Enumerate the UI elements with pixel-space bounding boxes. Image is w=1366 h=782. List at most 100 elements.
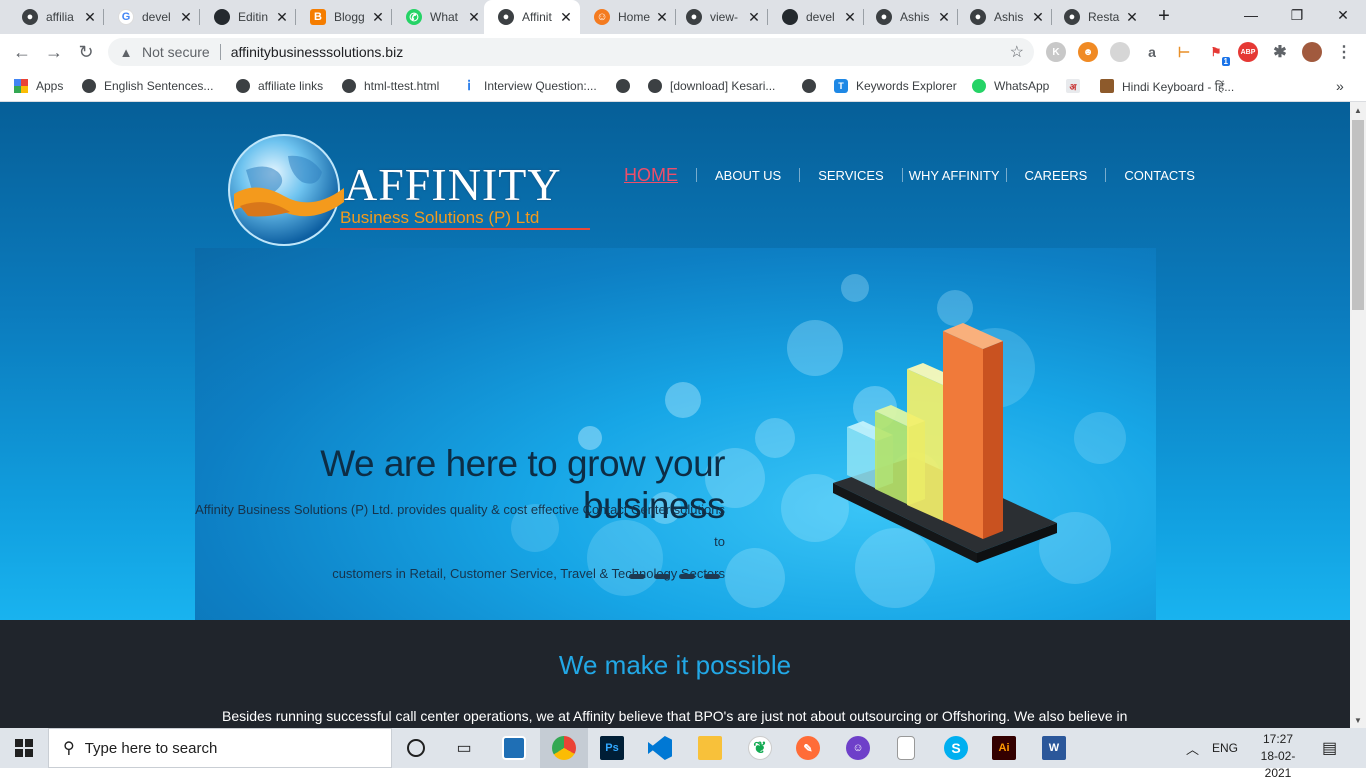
- close-icon[interactable]: ✕: [558, 9, 574, 26]
- close-icon[interactable]: ✕: [82, 9, 98, 26]
- nav-services[interactable]: SERVICES: [800, 168, 902, 183]
- bookmark-item[interactable]: affiliate links: [236, 76, 323, 96]
- slider-dot[interactable]: [629, 574, 645, 579]
- close-icon[interactable]: ✕: [936, 9, 952, 26]
- bookmark-item[interactable]: [616, 76, 638, 96]
- slider-dot[interactable]: [679, 574, 695, 579]
- puzzle-extensions-icon[interactable]: ✱: [1270, 42, 1290, 62]
- menu-kebab-icon[interactable]: ⋮: [1334, 42, 1354, 62]
- bookmark-star-icon[interactable]: ☆: [1010, 42, 1024, 62]
- reload-button[interactable]: ↻: [74, 40, 98, 64]
- taskbar-mongodb[interactable]: ❦: [736, 728, 784, 768]
- taskbar-github-desktop[interactable]: ☺: [834, 728, 882, 768]
- browser-tab[interactable]: B Blogg ✕: [296, 0, 392, 34]
- adblock-icon[interactable]: ABP: [1238, 42, 1258, 62]
- apps-grid-icon: [14, 79, 28, 93]
- bookmark-item[interactable]: [802, 76, 824, 96]
- browser-tab[interactable]: devel ✕: [768, 0, 864, 34]
- browser-tab[interactable]: ☺ Home ✕: [580, 0, 676, 34]
- k-extension-icon[interactable]: K: [1046, 42, 1066, 62]
- task-view-button[interactable]: ▭: [440, 728, 488, 768]
- address-bar[interactable]: ▲ Not secure affinitybusinesssolutions.b…: [108, 38, 1034, 66]
- browser-tab[interactable]: ● Ashis ✕: [956, 0, 1052, 34]
- taskbar-vscode[interactable]: [636, 728, 684, 768]
- warning-icon[interactable]: ▲: [118, 45, 134, 60]
- language-indicator[interactable]: ENG: [1212, 728, 1238, 768]
- close-icon[interactable]: ✕: [654, 9, 670, 26]
- security-label[interactable]: Not secure: [142, 44, 210, 60]
- slider-dot[interactable]: [654, 574, 670, 579]
- restore-button[interactable]: ❐: [1274, 0, 1320, 30]
- taskbar-file-explorer[interactable]: [686, 728, 734, 768]
- profile-avatar[interactable]: [1302, 42, 1322, 62]
- forward-button[interactable]: →: [42, 40, 66, 64]
- close-icon[interactable]: ✕: [466, 9, 482, 26]
- affinity-logo[interactable]: AFFINITY Business Solutions (P) Ltd: [226, 132, 598, 248]
- vscode-icon: [648, 736, 672, 760]
- url-text[interactable]: affinitybusinesssolutions.biz: [231, 44, 404, 60]
- globe-icon: [648, 79, 662, 93]
- taskbar-search[interactable]: ⚲ Type here to search: [48, 728, 392, 768]
- grey-extension-icon[interactable]: [1110, 42, 1130, 62]
- whatsapp-icon: ✆: [406, 9, 422, 25]
- slider-dot[interactable]: [704, 574, 720, 579]
- bookmark-item[interactable]: T Keywords Explorer: [834, 76, 957, 96]
- bookmark-item[interactable]: Hindi Keyboard - हिं...: [1100, 76, 1234, 96]
- ruler-extension-icon[interactable]: ⊢: [1174, 42, 1194, 62]
- back-button[interactable]: ←: [10, 40, 34, 64]
- scroll-down-arrow-icon[interactable]: ▼: [1350, 712, 1366, 728]
- bookmark-apps[interactable]: Apps: [14, 76, 63, 96]
- browser-tab[interactable]: ● Ashis ✕: [862, 0, 958, 34]
- system-clock[interactable]: 17:27 18-02-2021: [1250, 731, 1306, 782]
- show-hidden-icons-button[interactable]: ︿: [1186, 728, 1199, 768]
- close-icon[interactable]: ✕: [1030, 9, 1046, 26]
- browser-tab[interactable]: ✆ What ✕: [392, 0, 488, 34]
- robot-extension-icon[interactable]: ☻: [1078, 42, 1098, 62]
- nav-why-affinity[interactable]: WHY AFFINITY: [903, 168, 1006, 183]
- close-icon[interactable]: ✕: [842, 9, 858, 26]
- more-bookmarks-button[interactable]: »: [1336, 76, 1344, 96]
- close-icon[interactable]: ✕: [274, 9, 290, 26]
- start-button[interactable]: [0, 728, 48, 768]
- taskbar-illustrator[interactable]: Ai: [980, 728, 1028, 768]
- taskbar-postman[interactable]: ✎: [784, 728, 832, 768]
- browser-tab[interactable]: Editin ✕: [200, 0, 296, 34]
- browser-tab-active[interactable]: ● Affinit ✕: [484, 0, 580, 34]
- browser-tab[interactable]: ● Resta ✕: [1050, 0, 1146, 34]
- nav-careers[interactable]: CAREERS: [1007, 168, 1106, 183]
- close-window-button[interactable]: ✕: [1320, 0, 1366, 30]
- nav-about-us[interactable]: ABOUT US: [697, 168, 799, 183]
- taskbar-word[interactable]: W: [1030, 728, 1078, 768]
- new-tab-button[interactable]: +: [1152, 6, 1176, 28]
- bookmark-item[interactable]: ⅰ Interview Question:...: [462, 76, 597, 96]
- browser-tab[interactable]: ● view- ✕: [672, 0, 768, 34]
- bookmark-item[interactable]: English Sentences...: [82, 76, 213, 96]
- bookmark-item[interactable]: html-ttest.html: [342, 76, 439, 96]
- minimize-button[interactable]: —: [1228, 0, 1274, 30]
- browser-tab[interactable]: ● affilia ✕: [8, 0, 104, 34]
- nav-contacts[interactable]: CONTACTS: [1106, 168, 1213, 183]
- tab-title: devel: [806, 10, 835, 24]
- browser-tab[interactable]: G devel ✕: [104, 0, 200, 34]
- scrollbar-thumb[interactable]: [1352, 120, 1364, 310]
- close-icon[interactable]: ✕: [178, 9, 194, 26]
- bookmark-item[interactable]: अ: [1066, 76, 1088, 96]
- nav-home[interactable]: HOME: [606, 165, 696, 186]
- tab-title: affilia: [46, 10, 74, 24]
- bookmark-item[interactable]: [download] Kesari...: [648, 76, 775, 96]
- ext-with-badge-icon[interactable]: ⚑ 1: [1206, 42, 1230, 66]
- notification-center-button[interactable]: ▤: [1322, 728, 1337, 768]
- scroll-up-arrow-icon[interactable]: ▲: [1350, 102, 1366, 118]
- taskbar-skype[interactable]: S: [932, 728, 980, 768]
- close-icon[interactable]: ✕: [370, 9, 386, 26]
- close-icon[interactable]: ✕: [1124, 9, 1140, 26]
- cortana-button[interactable]: [392, 728, 440, 768]
- taskbar-chrome[interactable]: [540, 728, 588, 768]
- taskbar-notepad[interactable]: [882, 728, 930, 768]
- taskbar-photoshop[interactable]: Ps: [588, 728, 636, 768]
- close-icon[interactable]: ✕: [746, 9, 762, 26]
- page-scrollbar[interactable]: ▲ ▼: [1350, 102, 1366, 728]
- bookmark-item[interactable]: WhatsApp: [972, 76, 1049, 96]
- a-extension-icon[interactable]: a: [1142, 42, 1162, 62]
- taskbar-app[interactable]: [490, 728, 538, 768]
